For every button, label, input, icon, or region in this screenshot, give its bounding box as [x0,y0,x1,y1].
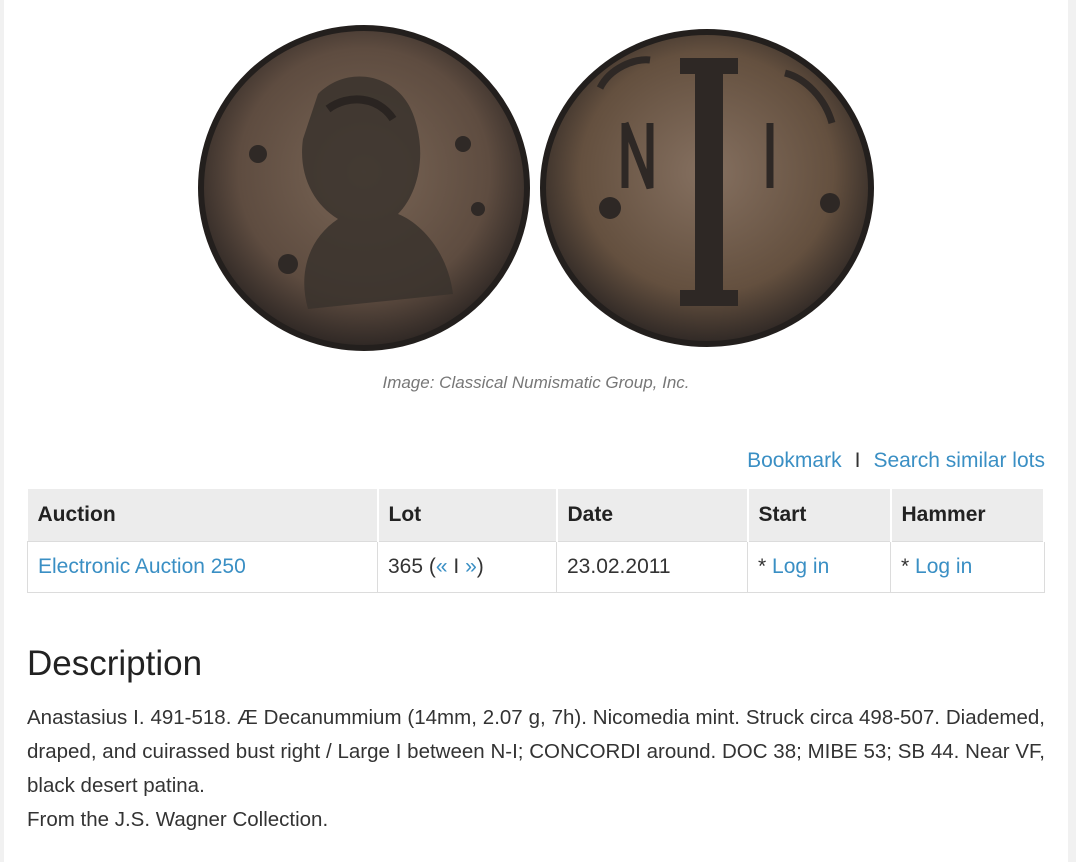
search-similar-lots-link[interactable]: Search similar lots [873,449,1045,472]
description-text: Anastasius I. 491-518. Æ Decanummium (14… [27,706,1045,797]
cell-auction: Electronic Auction 250 [27,541,378,593]
hammer-asterisk: * [901,555,910,578]
header-date: Date [556,489,749,542]
lot-paren-open: ( [428,555,436,578]
page: Image: Classical Numismatic Group, Inc. … [4,0,1068,862]
table-header-row: Auction Lot Date Start Hammer [27,489,1045,542]
actions-separator: I [854,449,861,472]
header-hammer: Hammer [890,489,1045,542]
provenance-text: From the J.S. Wagner Collection. [27,808,329,831]
lot-nav-separator: I [453,555,460,578]
start-asterisk: * [758,555,767,578]
image-caption: Image: Classical Numismatic Group, Inc. [382,373,690,392]
cell-lot: 365 (« I ») [377,541,557,593]
coin-image[interactable] [4,0,1068,360]
coin-reverse-image [540,29,874,347]
table-row: Electronic Auction 250 365 (« I ») 23.02… [27,541,1045,593]
auction-link[interactable]: Electronic Auction 250 [38,555,246,578]
cell-start: * Log in [747,541,891,593]
lot-table: Auction Lot Date Start Hammer Electronic… [27,489,1045,593]
next-lot-link[interactable]: » [465,555,477,578]
cell-date: 23.02.2011 [556,541,748,593]
lot-actions: Bookmark I Search similar lots [747,449,1045,473]
start-login-link[interactable]: Log in [772,555,829,578]
bookmark-link[interactable]: Bookmark [747,449,842,472]
lot-paren-close: ) [476,555,484,578]
cell-hammer: * Log in [890,541,1045,593]
hammer-login-link[interactable]: Log in [915,555,972,578]
previous-lot-link[interactable]: « [436,555,448,578]
lot-number: 365 [388,555,424,578]
header-lot: Lot [377,489,558,542]
coin-obverse-image [198,25,530,351]
header-start: Start [747,489,892,542]
header-auction: Auction [27,489,379,542]
description-title: Description [27,644,203,683]
